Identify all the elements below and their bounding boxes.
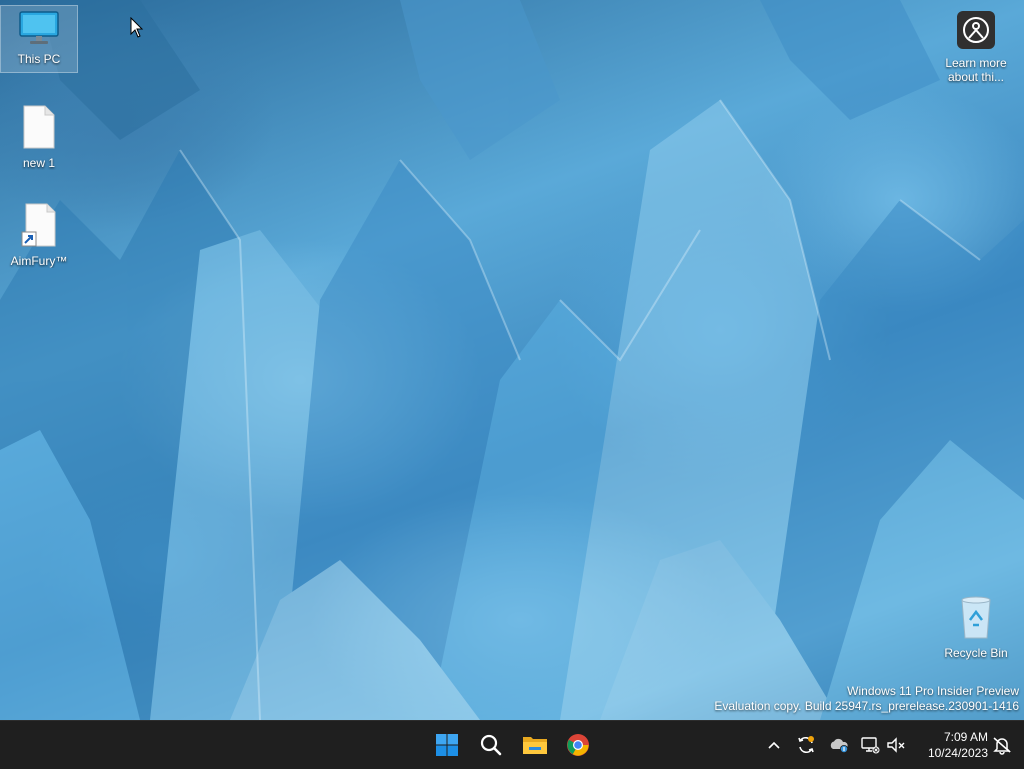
spotlight-camera-icon bbox=[957, 11, 995, 49]
start-button[interactable] bbox=[429, 727, 465, 763]
taskbar-clock[interactable]: 7:09 AM 10/24/2023 bbox=[912, 729, 988, 761]
new-1-label: new 1 bbox=[22, 156, 56, 170]
mouse-cursor-icon bbox=[130, 17, 144, 38]
file-explorer-button[interactable] bbox=[517, 727, 553, 763]
search-button[interactable] bbox=[473, 727, 509, 763]
watermark-edition: Windows 11 Pro Insider Preview bbox=[847, 684, 1019, 698]
new-1-file-tile[interactable]: new 1 bbox=[1, 104, 77, 172]
learn-more-label: Learn more about thi... bbox=[945, 56, 1007, 84]
clock-time: 7:09 AM bbox=[943, 730, 988, 744]
aimfury-shortcut-tile[interactable]: AimFury™ bbox=[1, 202, 77, 270]
volume-muted-icon bbox=[887, 737, 905, 753]
onedrive-tray-button[interactable] bbox=[827, 733, 851, 757]
this-pc-icon-tile[interactable]: This PC bbox=[0, 5, 78, 73]
update-icon bbox=[798, 736, 814, 753]
glacier-wallpaper bbox=[0, 0, 1024, 720]
document-icon bbox=[23, 105, 55, 149]
volume-tray-button[interactable] bbox=[884, 733, 908, 757]
show-hidden-icons-button[interactable] bbox=[762, 733, 786, 757]
learn-more-icon-tile[interactable]: Learn more about thi... bbox=[936, 10, 1016, 90]
onedrive-icon bbox=[830, 738, 848, 753]
this-pc-label: This PC bbox=[17, 52, 61, 66]
network-tray-button[interactable] bbox=[858, 733, 882, 757]
bell-icon bbox=[993, 737, 1011, 755]
search-icon bbox=[480, 734, 502, 756]
recycle-bin-icon bbox=[961, 596, 991, 639]
chrome-button[interactable] bbox=[560, 727, 596, 763]
folder-icon bbox=[523, 737, 547, 754]
update-tray-button[interactable] bbox=[794, 733, 818, 757]
chrome-icon bbox=[567, 734, 589, 756]
chevron-up-icon bbox=[768, 741, 780, 749]
desktop-wallpaper[interactable]: This PC new 1 AimFury™ Learn more about … bbox=[0, 0, 1024, 720]
recycle-bin-label: Recycle Bin bbox=[944, 646, 1008, 660]
clock-date: 10/24/2023 bbox=[927, 746, 988, 760]
shortcut-document-icon bbox=[21, 203, 56, 247]
monitor-icon bbox=[19, 11, 59, 44]
recycle-bin-tile[interactable]: Recycle Bin bbox=[936, 594, 1016, 664]
notifications-button[interactable] bbox=[990, 733, 1014, 757]
aimfury-label: AimFury™ bbox=[10, 254, 68, 268]
build-watermark: Windows 11 Pro Insider Preview Evaluatio… bbox=[714, 684, 1019, 714]
taskbar: 7:09 AM 10/24/2023 bbox=[0, 720, 1024, 769]
network-icon bbox=[861, 737, 880, 754]
watermark-build: Evaluation copy. Build 25947.rs_prerelea… bbox=[714, 699, 1019, 713]
windows-logo-icon bbox=[436, 734, 458, 756]
